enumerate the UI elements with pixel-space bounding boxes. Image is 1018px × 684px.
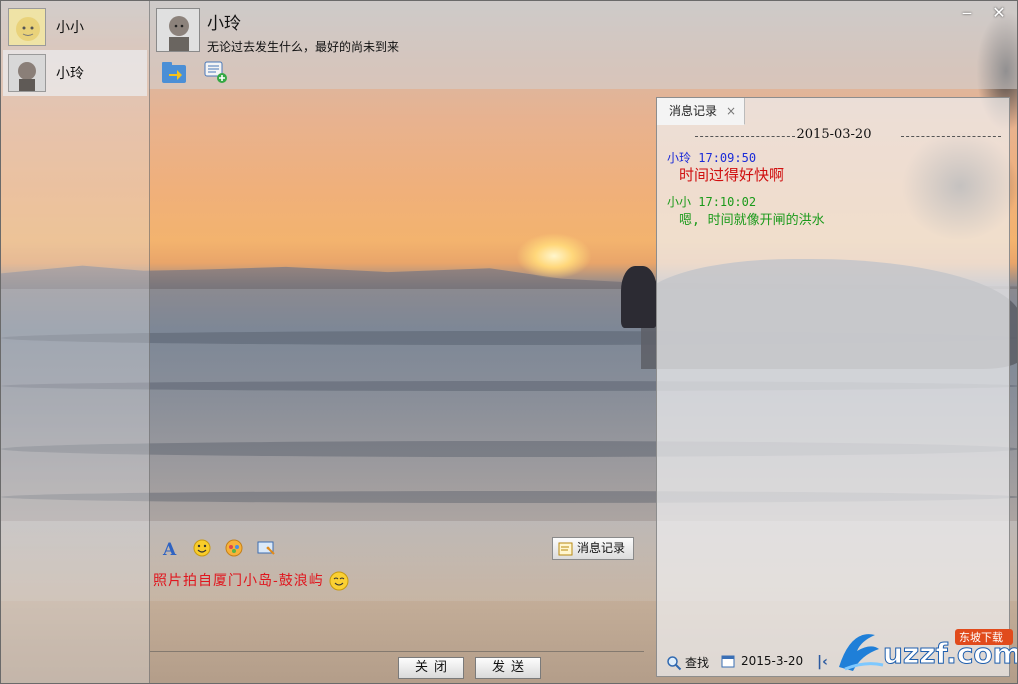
chat-partner-signature: 无论过去发生什么，最好的尚未到来	[207, 40, 400, 54]
avatar	[8, 8, 46, 46]
font-icon[interactable]: A	[161, 539, 179, 560]
contact-name: 小小	[56, 20, 84, 36]
site-watermark-logo: uzzf.com 东坡下载	[831, 621, 1017, 675]
message-input-text: 照片拍自厦门小岛-鼓浪屿	[153, 573, 324, 589]
minimize-button[interactable]: ‒	[954, 4, 980, 22]
contact-item-xiaoxiao[interactable]: 小小	[3, 4, 147, 50]
tab-label: 消息记录	[669, 104, 718, 118]
send-button[interactable]: 发送	[475, 657, 541, 679]
message-sender: 小小	[667, 195, 692, 209]
message-history-button[interactable]: 消息记录	[552, 537, 634, 560]
date-picker-value: 2015-3-20	[741, 654, 804, 668]
input-divider	[150, 651, 644, 652]
search-button[interactable]: 查找	[666, 654, 709, 671]
background-sun	[516, 233, 592, 279]
history-icon	[558, 542, 573, 556]
search-icon	[667, 655, 682, 670]
message-sender: 小玲	[667, 151, 692, 165]
message-header: 小小 17:10:02	[667, 193, 756, 210]
close-tab-icon[interactable]: ×	[726, 98, 736, 125]
history-date-separator: 2015-03-20	[667, 127, 1001, 147]
message-time: 17:09:50	[698, 151, 757, 165]
background-couple	[621, 266, 657, 328]
contact-name: 小玲	[56, 66, 84, 82]
history-button-label: 消息记录	[577, 541, 626, 555]
contact-sidebar: 小小 小玲	[1, 1, 150, 683]
chat-partner-name: 小玲	[207, 14, 241, 34]
date-picker[interactable]: 2015-3-20	[721, 654, 803, 668]
avatar	[8, 54, 46, 92]
message-input[interactable]: 照片拍自厦门小岛-鼓浪屿	[153, 570, 349, 591]
close-button[interactable]: 关闭	[398, 657, 464, 679]
svg-text:东坡下载: 东坡下载	[959, 631, 1003, 644]
message-text: 嗯, 时间就像开闸的洪水	[679, 213, 825, 228]
screenshot-icon[interactable]	[257, 539, 275, 557]
smile-emoji-icon	[329, 571, 349, 591]
emoji-icon[interactable]	[193, 539, 211, 557]
add-chat-icon[interactable]	[203, 59, 229, 85]
history-date: 2015-03-20	[796, 127, 872, 142]
chat-partner-avatar[interactable]	[156, 8, 200, 52]
contact-item-xiaoling[interactable]: 小玲	[3, 50, 147, 96]
first-page-icon[interactable]: |‹	[817, 654, 828, 670]
tab-message-history[interactable]: 消息记录 ×	[657, 98, 745, 125]
file-transfer-icon[interactable]	[161, 59, 187, 85]
message-history-panel: 消息记录 × 2015-03-20 小玲 17:09:50 时间过得好快啊 小小…	[656, 97, 1010, 677]
search-label: 查找	[685, 656, 710, 670]
message-text: 时间过得好快啊	[679, 166, 785, 184]
chat-window: 小小 小玲 小玲 无论过去发生什么，最好的尚未到来 ‒ ✕ 消息记录 × 201…	[0, 0, 1018, 684]
svg-text:A: A	[162, 540, 177, 557]
message-time: 17:10:02	[698, 195, 757, 209]
calendar-icon	[721, 655, 735, 668]
close-window-button[interactable]: ✕	[986, 4, 1012, 22]
sticker-icon[interactable]	[225, 539, 243, 557]
